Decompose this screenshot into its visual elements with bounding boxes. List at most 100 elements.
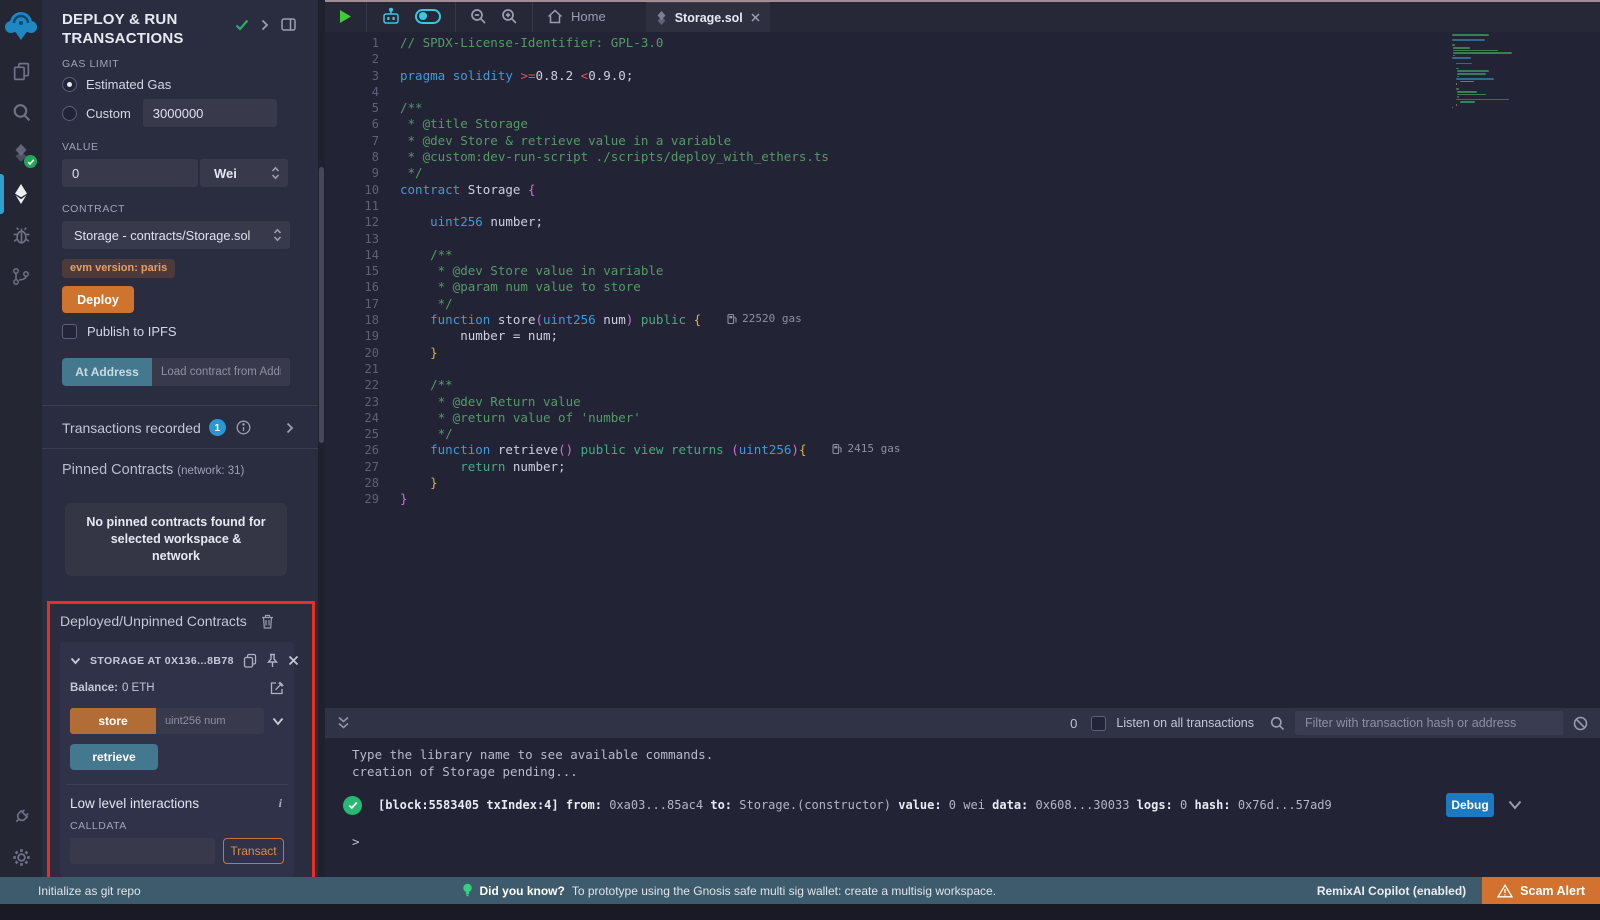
terminal-body[interactable]: Type the library name to see available c… (325, 738, 1600, 877)
pin-icon[interactable] (266, 653, 279, 668)
code-editor[interactable]: 1234567891011121314151617181920212223242… (325, 32, 1600, 708)
code-line[interactable]: } (395, 345, 1440, 361)
code-line[interactable]: /** (395, 100, 1440, 116)
code-line[interactable]: * @title Storage (395, 116, 1440, 132)
balance-label: Balance: (70, 682, 118, 694)
did-you-know-text: To prototype using the Gnosis safe multi… (572, 884, 996, 898)
custom-gas-radio[interactable] (62, 106, 77, 121)
code-line[interactable]: // SPDX-License-Identifier: GPL-3.0 (395, 35, 1440, 51)
search-icon[interactable] (0, 100, 42, 124)
tab-storage-sol[interactable]: Storage.sol (646, 2, 770, 32)
copilot-toggle-switch[interactable] (415, 9, 441, 24)
copilot-status[interactable]: RemixAI Copilot (enabled) (1317, 884, 1466, 898)
at-address-input[interactable] (152, 358, 290, 386)
panel-chevron-right-icon[interactable] (261, 19, 269, 31)
contract-instance-label[interactable]: STORAGE AT 0X136...8B78 (90, 655, 234, 667)
contract-select[interactable]: Storage - contracts/Storage.sol (62, 221, 290, 249)
code-line[interactable]: * @param num value to store (395, 279, 1440, 295)
calldata-input[interactable] (70, 838, 215, 864)
store-argument-input[interactable] (156, 708, 264, 734)
code-line[interactable]: /** (395, 247, 1440, 263)
code-line[interactable]: * @custom:dev-run-script ./scripts/deplo… (395, 149, 1440, 165)
close-icon[interactable] (288, 655, 299, 666)
run-script-play-icon[interactable] (339, 9, 352, 24)
code-line[interactable]: /** (395, 377, 1440, 393)
publish-ipfs-checkbox[interactable] (62, 324, 77, 339)
clear-terminal-ban-icon[interactable] (1573, 716, 1588, 731)
minimap-line (1457, 70, 1489, 72)
code-line[interactable]: */ (395, 165, 1440, 181)
editor-minimap[interactable] (1452, 34, 1518, 109)
debugger-icon[interactable] (0, 223, 42, 247)
zoom-out-icon[interactable] (470, 8, 487, 25)
value-unit-select[interactable]: Wei (200, 159, 288, 187)
code-line[interactable]: number = num; (395, 328, 1440, 344)
code-line[interactable] (395, 198, 1440, 214)
trash-icon[interactable] (261, 614, 274, 629)
plugin-manager-icon[interactable] (0, 804, 42, 828)
chevron-down-icon[interactable] (70, 657, 81, 665)
deploy-button[interactable]: Deploy (62, 286, 134, 313)
code-line[interactable] (395, 51, 1440, 67)
code-line[interactable]: } (395, 491, 1440, 507)
code-line[interactable] (395, 84, 1440, 100)
code-line[interactable] (395, 361, 1440, 377)
code-line[interactable]: function retrieve() public view returns … (395, 442, 1440, 458)
terminal-expand-chevrons-icon[interactable] (337, 716, 350, 730)
scam-alert-button[interactable]: Scam Alert (1482, 877, 1600, 904)
deploy-run-icon[interactable] (0, 182, 42, 206)
home-icon[interactable] (547, 9, 563, 24)
info-icon[interactable] (236, 420, 251, 435)
edit-icon[interactable] (270, 681, 284, 695)
store-function-button[interactable]: store (70, 708, 156, 734)
retrieve-function-button[interactable]: retrieve (70, 744, 158, 770)
git-init-status[interactable]: Initialize as git repo (38, 884, 141, 898)
code-line[interactable]: */ (395, 426, 1440, 442)
expand-log-chevron-icon[interactable] (1508, 800, 1522, 810)
code-line[interactable]: return number; (395, 459, 1440, 475)
zoom-in-icon[interactable] (501, 8, 518, 25)
listen-all-transactions-checkbox[interactable] (1091, 716, 1106, 731)
debug-button[interactable]: Debug (1446, 793, 1494, 817)
remix-logo-icon[interactable] (0, 8, 42, 42)
at-address-button[interactable]: At Address (62, 358, 152, 386)
code-line[interactable]: uint256 number; (395, 214, 1440, 230)
editor-code[interactable]: // SPDX-License-Identifier: GPL-3.0 pragm… (395, 35, 1440, 508)
code-line[interactable]: * @dev Store & retrieve value in a varia… (395, 133, 1440, 149)
code-line[interactable]: pragma solidity >=0.8.2 <0.9.0; (395, 68, 1440, 84)
code-line[interactable] (395, 231, 1440, 247)
copy-icon[interactable] (243, 653, 257, 668)
code-line[interactable]: * @return value of 'number' (395, 410, 1440, 426)
expand-args-chevron-icon[interactable] (272, 717, 284, 726)
panel-scrollbar[interactable] (318, 0, 325, 877)
tab-close-icon[interactable] (751, 13, 760, 22)
chevron-right-icon[interactable] (286, 422, 294, 434)
git-icon[interactable] (0, 264, 42, 288)
code-line[interactable]: function store(uint256 num) public {2252… (395, 312, 1440, 328)
code-line[interactable]: * @dev Return value (395, 394, 1440, 410)
editor-toolbar: Home Storage.sol (325, 0, 1600, 32)
editor-gutter: 1234567891011121314151617181920212223242… (325, 35, 395, 508)
minimap-line (1453, 50, 1498, 52)
code-line[interactable]: */ (395, 296, 1440, 312)
custom-gas-input[interactable] (143, 99, 277, 127)
ai-copilot-robot-icon[interactable] (381, 7, 401, 26)
info-icon[interactable]: i (279, 796, 284, 811)
solidity-compiler-icon[interactable] (0, 141, 42, 165)
transact-button[interactable]: Transact (223, 838, 284, 864)
estimated-gas-label: Estimated Gas (86, 77, 171, 92)
value-input[interactable] (62, 159, 198, 187)
terminal-filter-input[interactable] (1295, 711, 1563, 735)
terminal-prompt[interactable]: > (352, 833, 1600, 850)
code-line[interactable]: contract Storage { (395, 182, 1440, 198)
code-line[interactable]: } (395, 475, 1440, 491)
settings-icon[interactable] (0, 845, 42, 869)
transaction-log-row[interactable]: [block:5583405 txIndex:4] from: 0xa03...… (343, 793, 1600, 817)
code-line[interactable]: * @dev Store value in variable (395, 263, 1440, 279)
panel-scrollbar-thumb[interactable] (319, 167, 324, 443)
home-tab-label[interactable]: Home (571, 9, 606, 24)
estimated-gas-radio[interactable] (62, 77, 77, 92)
file-explorer-icon[interactable] (0, 59, 42, 83)
transactions-recorded-row[interactable]: Transactions recorded 1 (62, 406, 290, 448)
panel-pin-view-icon[interactable] (281, 18, 296, 31)
